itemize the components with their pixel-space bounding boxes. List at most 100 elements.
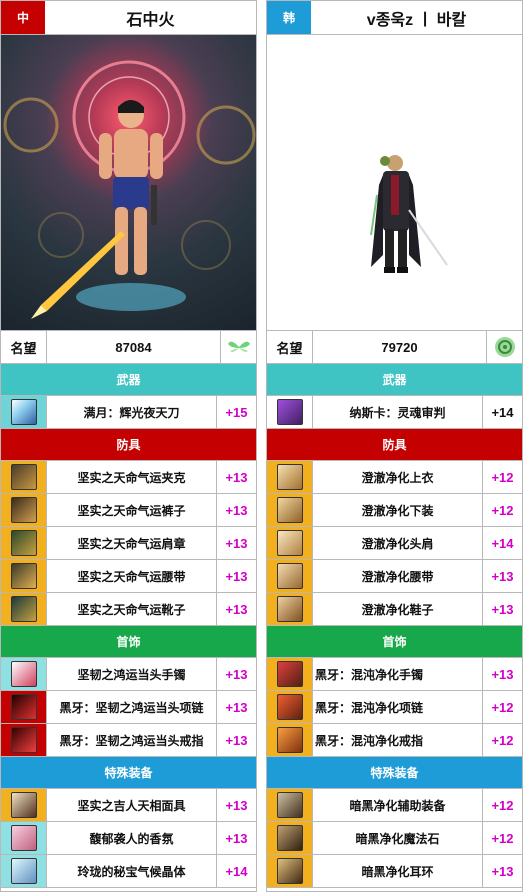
item-name: 坚实之天命气运夹克 xyxy=(77,470,186,485)
item-level: +13 xyxy=(482,658,522,690)
character-portrait xyxy=(1,35,256,331)
equipment-row[interactable]: 澄澈净化头肩 +14 xyxy=(267,527,522,560)
fame-value: 79720 xyxy=(381,339,418,355)
equipment-row[interactable]: 暗黑净化辅助装备 +12 xyxy=(267,789,522,822)
equipment-row[interactable]: 玲珑的秘宝气候晶体 +14 xyxy=(1,855,256,888)
item-name: 坚实之天命气运肩章 xyxy=(77,536,186,551)
item-name: 澄澈净化下装 xyxy=(361,503,434,518)
mask-icon xyxy=(10,792,37,818)
item-name: 满月：辉光夜天刀 xyxy=(83,405,180,420)
item-name: 暗黑净化魔法石 xyxy=(355,831,440,846)
magic-stone-icon xyxy=(276,825,303,851)
equipment-row[interactable]: 澄澈净化下装 +12 xyxy=(267,494,522,527)
equipment-row[interactable]: 黑牙：混沌净化手镯 +13 xyxy=(267,658,522,691)
accessory-section-header: 首饰 xyxy=(267,626,522,658)
armor-section-header: 防具 xyxy=(267,429,522,461)
item-level: +12 xyxy=(482,789,522,821)
fame-value: 87084 xyxy=(115,339,152,355)
equipment-row[interactable]: 澄澈净化腰带 +13 xyxy=(267,560,522,593)
character-portrait xyxy=(267,35,522,331)
equipment-row[interactable]: 纳斯卡：灵魂审判 +14 xyxy=(267,396,522,429)
item-level: +13 xyxy=(216,560,256,592)
equipment-row[interactable]: 澄澈净化鞋子 +13 xyxy=(267,593,522,626)
shoulder-icon xyxy=(10,530,37,556)
earring-icon xyxy=(276,858,303,884)
equipment-row[interactable]: 坚实之天命气运夹克 +13 xyxy=(1,461,256,494)
equipment-row[interactable]: 黑牙：混沌净化戒指 +12 xyxy=(267,724,522,757)
item-name: 暗黑净化耳环 xyxy=(361,864,434,879)
equipment-row[interactable]: 馥郁袭人的香氛 +13 xyxy=(1,822,256,855)
item-name: 坚实之天命气运裤子 xyxy=(77,503,186,518)
item-level: +13 xyxy=(216,789,256,821)
shoes-icon xyxy=(276,596,303,622)
item-name: 坚实之天命气运腰带 xyxy=(77,569,186,584)
item-level: +13 xyxy=(216,593,256,625)
item-level: +14 xyxy=(482,527,522,559)
left-player-header: 中 石中火 xyxy=(1,1,256,35)
soul-blade-icon xyxy=(276,399,303,425)
item-name: 黑牙：坚韧之鸿运当头戒指 xyxy=(59,733,204,748)
server-tag: 韩 xyxy=(267,1,311,34)
bracelet-icon xyxy=(276,661,303,687)
item-level: +12 xyxy=(482,494,522,526)
fame-label: 名望 xyxy=(1,331,47,363)
item-name: 澄澈净化上衣 xyxy=(361,470,434,485)
equipment-row[interactable]: 坚实之吉人天相面具 +13 xyxy=(1,789,256,822)
necklace-icon xyxy=(10,694,37,720)
weapon-section-header: 武器 xyxy=(1,364,256,396)
item-level: +13 xyxy=(216,494,256,526)
wing-icon xyxy=(220,331,256,363)
coat-icon xyxy=(276,464,303,490)
item-level: +13 xyxy=(216,461,256,493)
item-name: 黑牙：混沌净化项链 xyxy=(315,700,424,715)
item-name: 玲珑的秘宝气候晶体 xyxy=(77,864,186,879)
item-name: 暗黑净化辅助装备 xyxy=(349,798,446,813)
crystal-icon xyxy=(10,858,37,884)
belt-icon xyxy=(276,563,303,589)
item-level: +15 xyxy=(216,396,256,428)
item-level: +12 xyxy=(482,461,522,493)
item-name: 坚实之天命气运靴子 xyxy=(77,602,186,617)
item-name: 澄澈净化鞋子 xyxy=(361,602,434,617)
item-name: 黑牙：混沌净化手镯 xyxy=(315,667,424,682)
equipment-row[interactable]: 坚实之天命气运裤子 +13 xyxy=(1,494,256,527)
boots-icon xyxy=(10,596,37,622)
item-name: 黑牙：混沌净化戒指 xyxy=(315,733,424,748)
equipment-row[interactable]: 暗黑净化魔法石 +12 xyxy=(267,822,522,855)
fame-row: 名望 87084 xyxy=(1,331,256,364)
support-gear-icon xyxy=(276,792,303,818)
item-name: 黑牙：坚韧之鸿运当头项链 xyxy=(59,700,204,715)
equipment-row[interactable]: 黑牙：坚韧之鸿运当头项链 +13 xyxy=(1,691,256,724)
player-name: 石中火 xyxy=(126,11,175,29)
bracelet-icon xyxy=(10,661,37,687)
equipment-row[interactable]: 坚实之天命气运肩章 +13 xyxy=(1,527,256,560)
item-name: 澄澈净化头肩 xyxy=(361,536,434,551)
equipment-row[interactable]: 坚韧之鸿运当头手镯 +13 xyxy=(1,658,256,691)
fame-label: 名望 xyxy=(267,331,313,363)
right-player-header: 韩 v종욱z ㅣ 바칼 xyxy=(267,1,522,35)
belt-icon xyxy=(10,563,37,589)
character-art xyxy=(370,155,448,273)
equipment-row[interactable]: 暗黑净化耳环 +13 xyxy=(267,855,522,888)
equipment-row[interactable]: 澄澈净化上衣 +12 xyxy=(267,461,522,494)
equipment-row[interactable]: 坚实之天命气运腰带 +13 xyxy=(1,560,256,593)
item-level: +14 xyxy=(216,855,256,887)
item-level: +13 xyxy=(216,527,256,559)
necklace-icon xyxy=(276,694,303,720)
item-level: +13 xyxy=(216,658,256,690)
character-art xyxy=(3,60,256,319)
item-name: 坚实之吉人天相面具 xyxy=(77,798,186,813)
item-name: 坚韧之鸿运当头手镯 xyxy=(77,667,186,682)
equipment-row[interactable]: 满月：辉光夜天刀 +15 xyxy=(1,396,256,429)
equipment-row[interactable]: 黑牙：坚韧之鸿运当头戒指 +13 xyxy=(1,724,256,757)
item-level: +13 xyxy=(482,593,522,625)
weapon-section-header: 武器 xyxy=(267,364,522,396)
equipment-row[interactable]: 坚实之天命气运靴子 +13 xyxy=(1,593,256,626)
left-player-panel: 中 石中火 名望 87084 武器 满月：辉光夜天刀 +15 防具 坚实之天命气… xyxy=(0,0,257,892)
equipment-row[interactable]: 黑牙：混沌净化项链 +12 xyxy=(267,691,522,724)
item-level: +12 xyxy=(482,691,522,723)
ring-icon xyxy=(276,727,303,753)
pants-icon xyxy=(276,497,303,523)
item-name: 纳斯卡：灵魂审判 xyxy=(349,405,446,420)
item-level: +12 xyxy=(482,822,522,854)
